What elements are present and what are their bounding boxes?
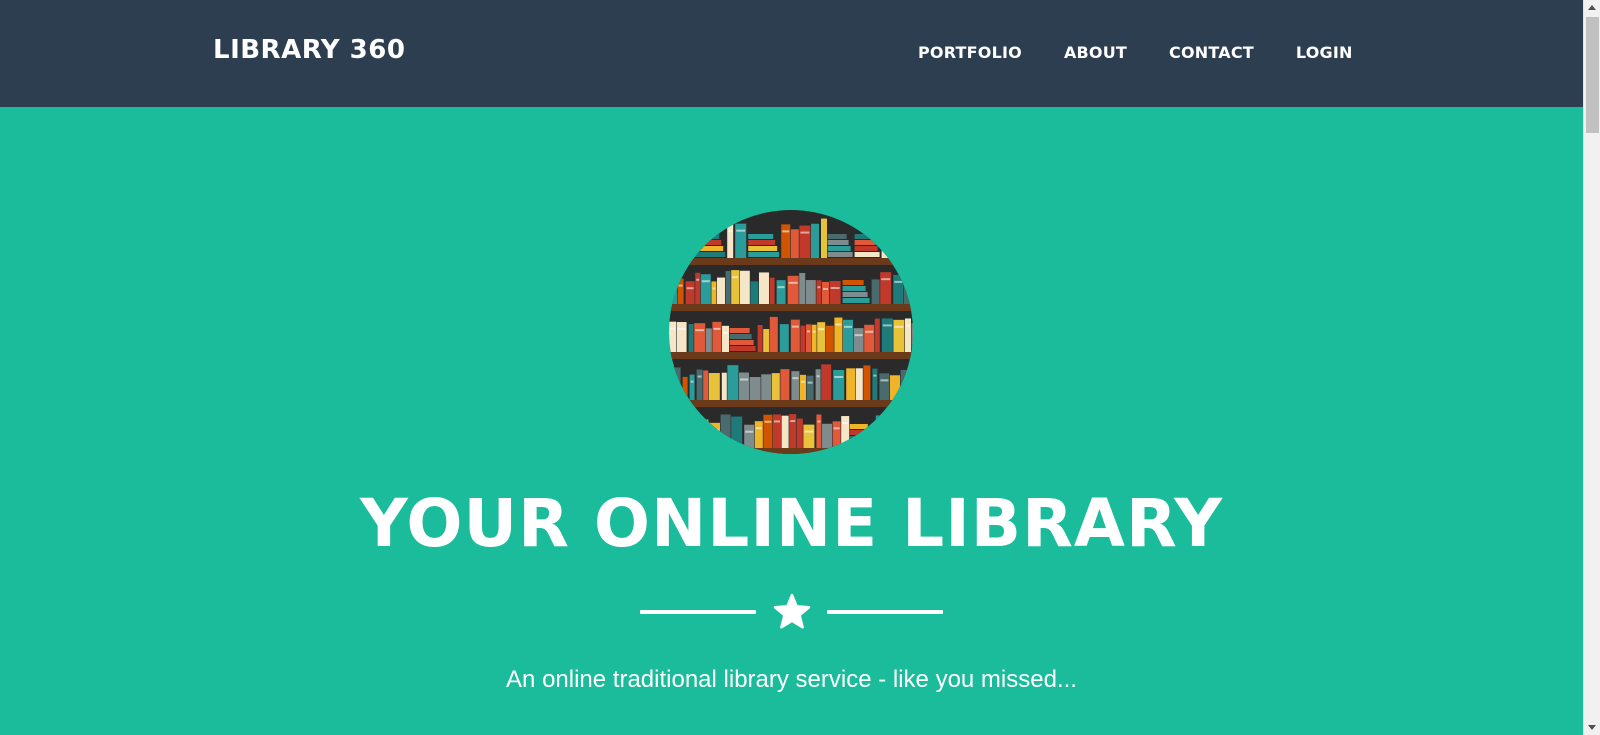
hero-subheading: An online traditional library service - … — [506, 666, 1077, 693]
nav-links: PORTFOLIO ABOUT CONTACT LOGIN — [918, 43, 1353, 62]
scrollbar-thumb[interactable] — [1586, 17, 1599, 133]
nav-link-login[interactable]: LOGIN — [1296, 43, 1353, 62]
star-icon — [773, 593, 811, 629]
scroll-down-arrow-icon[interactable] — [1588, 725, 1596, 730]
hero-title: YOUR ONLINE LIBRARY — [359, 485, 1223, 562]
vertical-scrollbar[interactable] — [1583, 0, 1600, 735]
navbar: LIBRARY 360 PORTFOLIO ABOUT CONTACT LOGI… — [0, 0, 1583, 107]
divider-line-left — [640, 610, 756, 614]
nav-link-contact[interactable]: CONTACT — [1169, 43, 1254, 62]
star-divider — [0, 593, 1583, 633]
brand-link[interactable]: LIBRARY 360 — [213, 35, 405, 65]
masthead: YOUR ONLINE LIBRARY An online traditiona… — [0, 107, 1583, 735]
scroll-up-arrow-icon[interactable] — [1588, 5, 1596, 10]
bookshelf-illustration-icon — [669, 210, 913, 454]
bookshelf-avatar — [669, 210, 913, 454]
nav-link-about[interactable]: ABOUT — [1064, 43, 1127, 62]
divider-line-right — [827, 610, 943, 614]
nav-link-portfolio[interactable]: PORTFOLIO — [918, 43, 1022, 62]
